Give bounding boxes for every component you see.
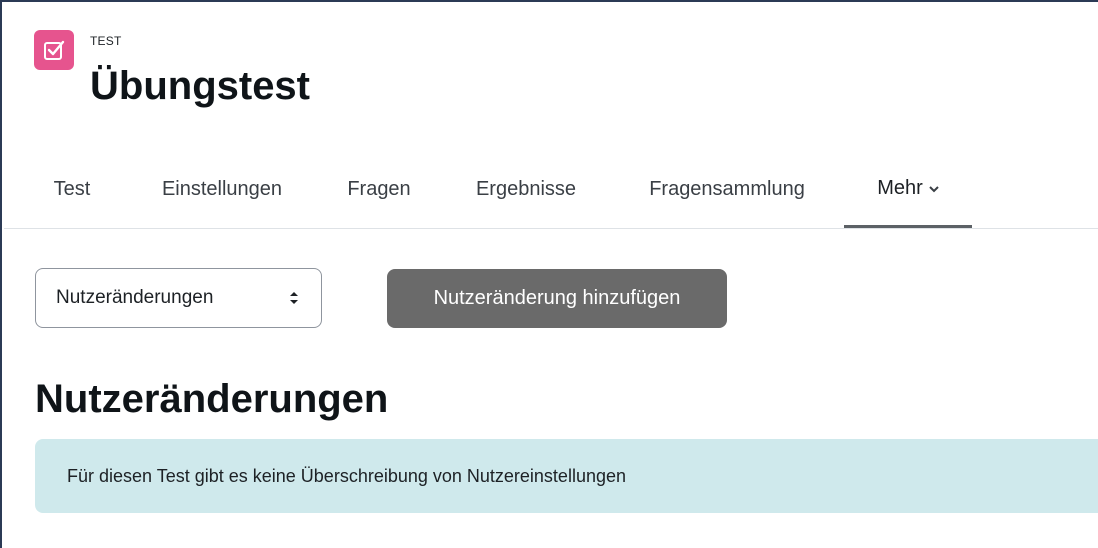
tab-fragen[interactable]: Fragen: [326, 152, 432, 227]
notice-text: Für diesen Test gibt es keine Überschrei…: [67, 465, 626, 486]
chevron-down-icon: [929, 182, 939, 196]
module-type-label: TEST: [90, 34, 122, 48]
tab-label: Fragen: [347, 178, 411, 200]
section-heading: Nutzeränderungen: [35, 377, 389, 421]
tab-label: Ergebnisse: [475, 178, 577, 200]
activity-header: TEST Übungstest: [34, 30, 434, 120]
tab-label: Einstellungen: [161, 178, 283, 200]
tab-ergebnisse[interactable]: Ergebnisse: [452, 152, 600, 227]
tab-label: Mehr: [877, 177, 923, 199]
tab-einstellungen[interactable]: Einstellungen: [132, 152, 312, 227]
info-notice: Für diesen Test gibt es keine Überschrei…: [35, 439, 1098, 513]
tab-test[interactable]: Test: [32, 152, 112, 227]
select-value: Nutzeränderungen: [56, 287, 214, 308]
page-frame: TEST Übungstest Test Einstellungen Frage…: [0, 0, 1098, 548]
tab-label: Test: [53, 178, 91, 200]
add-user-override-button[interactable]: Nutzeränderung hinzufügen: [387, 269, 727, 328]
tab-fragensammlung[interactable]: Fragensammlung: [620, 152, 834, 227]
tab-label: Fragensammlung: [649, 178, 805, 200]
page-title: Übungstest: [90, 64, 310, 108]
secondary-navigation: Test Einstellungen Fragen Ergebnisse Fra…: [4, 152, 1098, 229]
overrides-type-select[interactable]: Nutzeränderungen: [35, 268, 322, 328]
test-checkbox-icon: [34, 30, 74, 70]
select-arrows-icon: [289, 287, 299, 309]
tab-mehr[interactable]: Mehr: [844, 152, 972, 228]
